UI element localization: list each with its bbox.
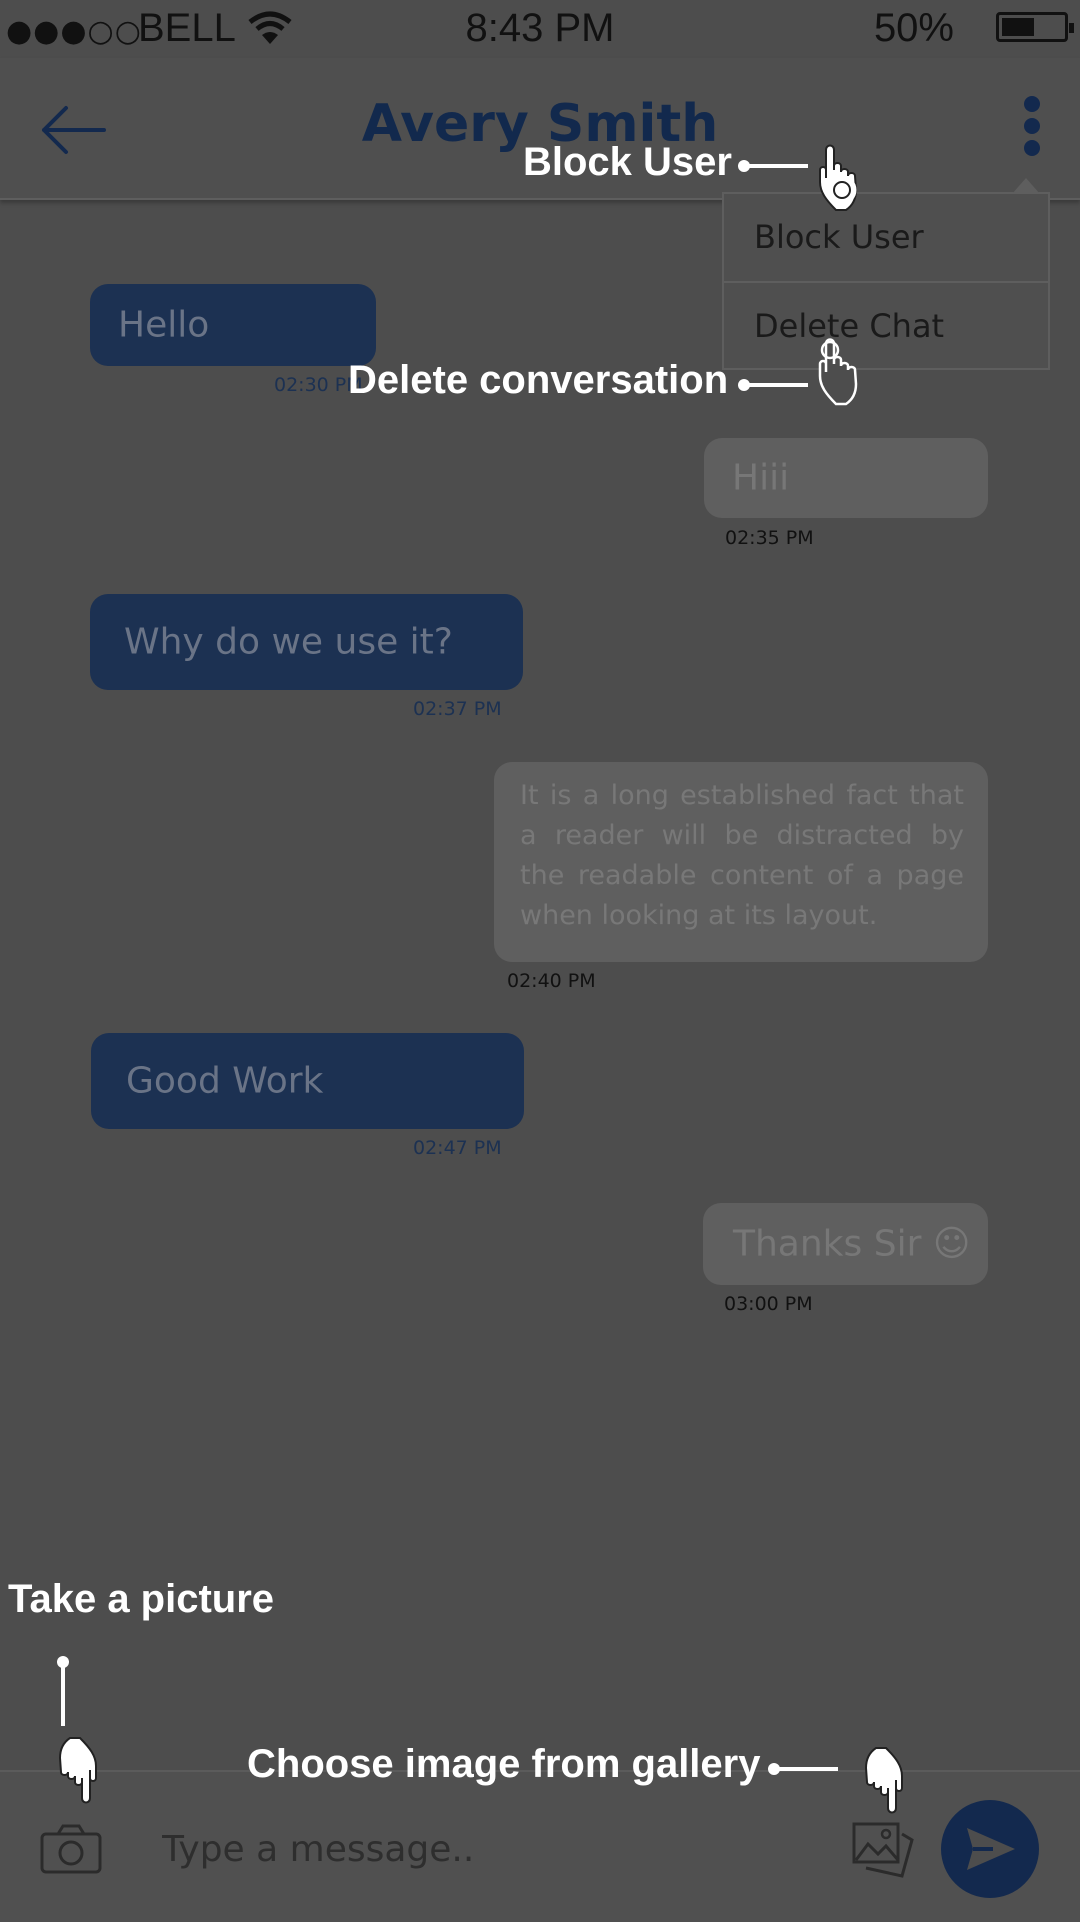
camera-icon[interactable] (40, 1824, 102, 1874)
more-options-icon[interactable] (1020, 96, 1044, 166)
message-bubble-incoming[interactable]: Good Work (91, 1033, 524, 1129)
message-text: Hello (118, 304, 210, 346)
message-bubble-outgoing[interactable]: It is a long established fact that a rea… (494, 762, 988, 962)
menu-item-delete-chat[interactable]: Delete Chat (724, 283, 1048, 370)
message-text: It is a long established fact that a rea… (520, 780, 964, 931)
annotation-block-user: Block User (523, 140, 732, 184)
annotation-take-picture: Take a picture (8, 1577, 275, 1621)
message-composer (0, 1770, 1080, 1922)
battery-icon (996, 12, 1074, 42)
menu-item-block-user[interactable]: Block User (724, 194, 1048, 283)
message-bubble-incoming[interactable]: Hello (90, 284, 376, 366)
message-timestamp: 03:00 PM (724, 1293, 813, 1315)
status-bar: ●●●○○ BELL 8:43 PM 50% (0, 0, 1080, 58)
message-text: Thanks Sir ☺ (733, 1223, 971, 1265)
gallery-icon[interactable] (852, 1822, 914, 1878)
message-bubble-incoming[interactable]: Why do we use it? (90, 594, 523, 690)
message-timestamp: 02:47 PM (413, 1137, 502, 1159)
message-text: Hiii (732, 457, 790, 499)
message-timestamp: 02:40 PM (507, 970, 596, 992)
annotation-choose-gallery: Choose image from gallery (247, 1742, 761, 1786)
message-timestamp: 02:35 PM (725, 527, 814, 549)
send-icon (967, 1828, 1015, 1870)
send-button[interactable] (941, 1800, 1039, 1898)
message-bubble-outgoing[interactable]: Thanks Sir ☺ (703, 1203, 988, 1285)
battery-percent: 50% (873, 6, 954, 50)
message-input[interactable] (160, 1818, 814, 1880)
message-timestamp: 02:37 PM (413, 698, 502, 720)
tap-gesture-icon (58, 1737, 97, 1804)
message-text: Why do we use it? (124, 621, 453, 663)
options-menu: Block User Delete Chat (722, 178, 1050, 370)
tap-gesture-icon (819, 144, 858, 211)
tap-gesture-icon (864, 1747, 903, 1814)
annotation-delete-conversation: Delete conversation (348, 358, 729, 402)
message-text: Good Work (126, 1060, 324, 1102)
tap-gesture-icon (818, 338, 858, 406)
message-bubble-outgoing[interactable]: Hiii (704, 438, 988, 518)
